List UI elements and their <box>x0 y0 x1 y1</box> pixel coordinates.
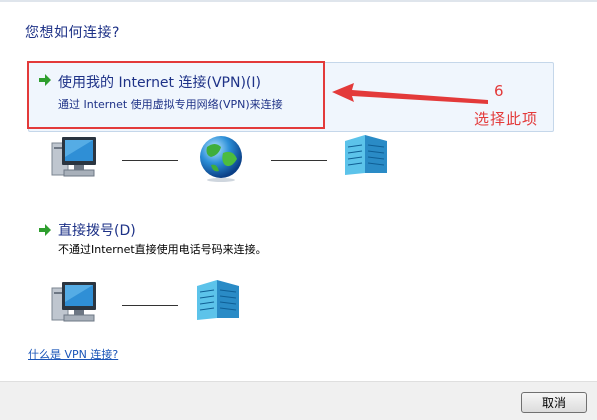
option-dialup-description: 不通过Internet直接使用电话号码来连接。 <box>58 243 267 256</box>
dialog-heading: 您想如何连接? <box>25 25 120 41</box>
green-arrow-icon <box>39 74 51 86</box>
connection-line <box>122 160 178 161</box>
window-top-border <box>0 0 597 2</box>
computer-icon <box>51 282 96 322</box>
server-icon <box>197 280 239 320</box>
option-vpn-title[interactable]: 使用我的 Internet 连接(VPN)(I) <box>58 72 261 92</box>
option-dialup-title[interactable]: 直接拨号(D) <box>58 220 136 240</box>
option-vpn-description: 通过 Internet 使用虚拟专用网络(VPN)来连接 <box>58 98 283 111</box>
connection-line <box>271 160 327 161</box>
help-vpn-link[interactable]: 什么是 VPN 连接? <box>28 346 118 362</box>
annotation-step-number: 6 <box>494 82 504 100</box>
globe-icon <box>200 136 242 182</box>
green-arrow-icon <box>39 224 51 236</box>
cancel-button[interactable]: 取消 <box>521 392 587 413</box>
computer-icon <box>51 137 96 177</box>
server-icon <box>345 135 387 175</box>
annotation-arrow-icon <box>332 83 488 104</box>
annotation-text: 选择此项 <box>474 110 539 128</box>
connection-line <box>122 305 178 306</box>
dialog-footer <box>0 381 597 420</box>
